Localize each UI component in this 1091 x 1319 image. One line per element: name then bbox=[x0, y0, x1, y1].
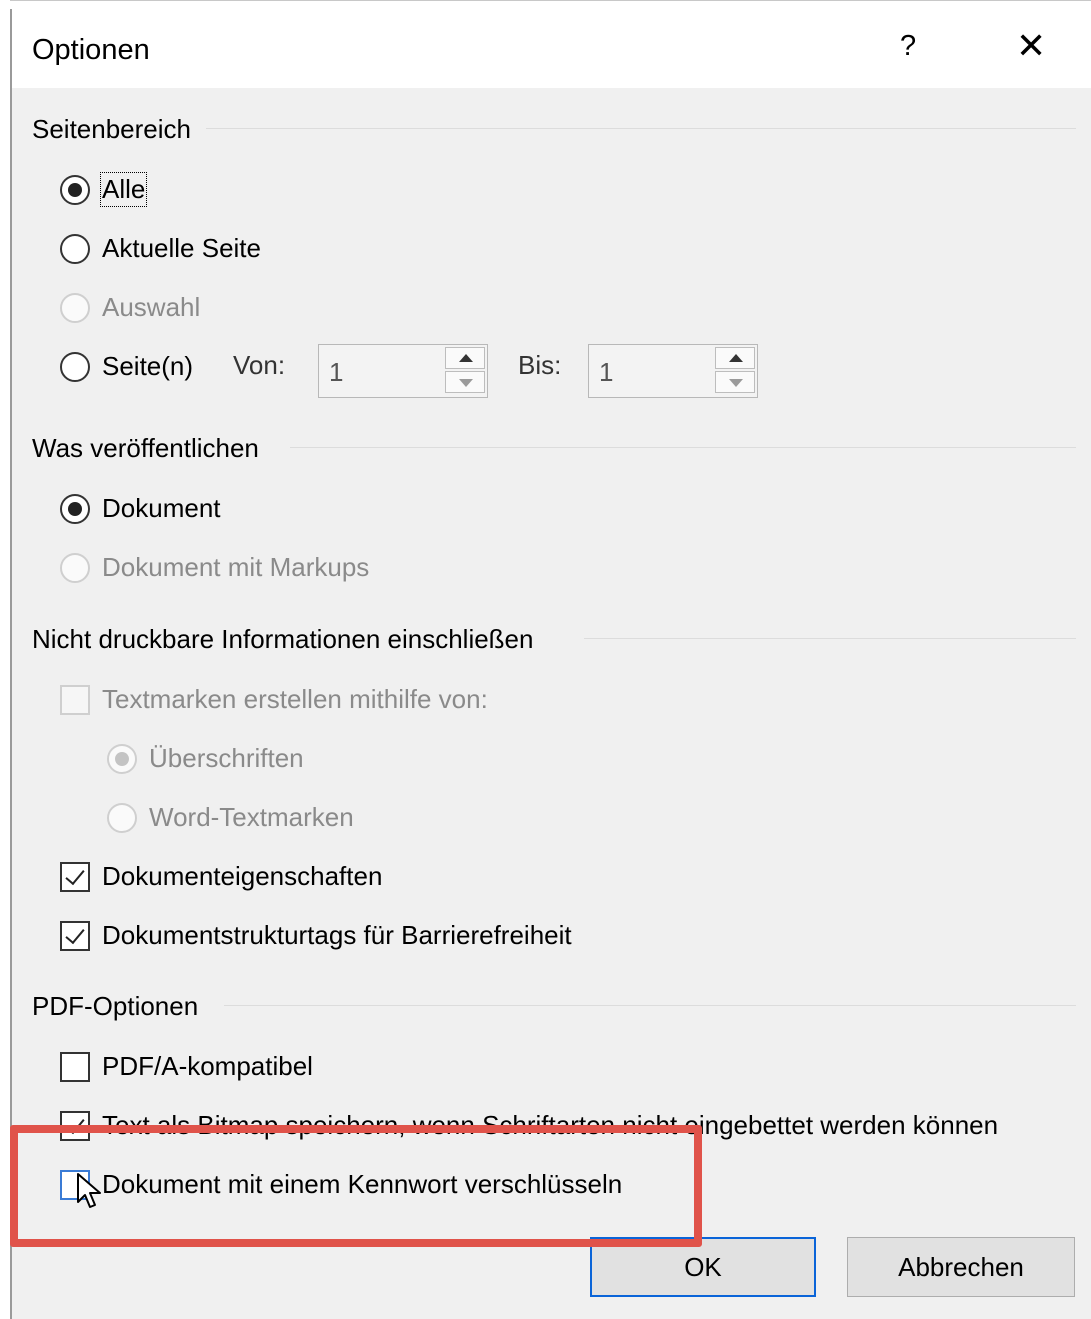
checkbox[interactable] bbox=[60, 861, 90, 892]
checkbox-dokumenteigenschaften[interactable]: Dokumenteigenschaften bbox=[60, 861, 382, 892]
checkbox[interactable] bbox=[60, 920, 90, 951]
bis-value[interactable]: 1 bbox=[599, 357, 613, 388]
radio-label-dokument: Dokument bbox=[102, 493, 221, 523]
radio-label-auswahl: Auswahl bbox=[102, 292, 201, 322]
mouse-cursor-icon bbox=[77, 1173, 101, 1208]
section-title-was-veroeffentlichen: Was veröffentlichen bbox=[32, 433, 259, 463]
section-title-pdf-optionen: PDF-Optionen bbox=[32, 991, 199, 1021]
help-button[interactable]: ? bbox=[900, 30, 916, 63]
radio-button bbox=[60, 292, 90, 323]
checkbox-label-strukturtags: Dokumentstrukturtags für Barrierefreihei… bbox=[102, 920, 572, 950]
spinner-arrows bbox=[715, 347, 755, 395]
checkbox[interactable] bbox=[60, 1051, 90, 1082]
radio-label-seiten: Seite(n) bbox=[102, 351, 194, 381]
close-icon[interactable]: ✕ bbox=[1016, 26, 1046, 66]
von-value[interactable]: 1 bbox=[329, 357, 343, 388]
radio-button bbox=[107, 743, 137, 774]
checkbox-strukturtags[interactable]: Dokumentstrukturtags für Barrierefreihei… bbox=[60, 920, 572, 951]
spin-up-icon[interactable] bbox=[715, 347, 755, 369]
radio-label-dokument-mit-markups: Dokument mit Markups bbox=[102, 552, 370, 582]
checkbox bbox=[60, 684, 90, 715]
radio-word-textmarken: Word-Textmarken bbox=[107, 802, 354, 833]
radio-ueberschriften: Überschriften bbox=[107, 743, 304, 774]
von-spinner[interactable]: 1 bbox=[318, 344, 488, 398]
radio-label-aktuelle-seite: Aktuelle Seite bbox=[102, 233, 261, 263]
checkbox-pdfa[interactable]: PDF/A-kompatibel bbox=[60, 1051, 313, 1082]
bis-label: Bis: bbox=[518, 350, 562, 380]
spin-up-icon[interactable] bbox=[445, 347, 485, 369]
radio-button[interactable] bbox=[60, 233, 90, 264]
radio-seiten[interactable]: Seite(n) bbox=[60, 351, 193, 382]
radio-button bbox=[107, 802, 137, 833]
radio-dokument[interactable]: Dokument bbox=[60, 493, 221, 524]
radio-aktuelle-seite[interactable]: Aktuelle Seite bbox=[60, 233, 261, 264]
radio-button[interactable] bbox=[60, 174, 90, 205]
checkbox-label-dokumenteigenschaften: Dokumenteigenschaften bbox=[102, 861, 383, 891]
radio-button bbox=[60, 552, 90, 583]
section-title-seitenbereich: Seitenbereich bbox=[32, 114, 191, 144]
bis-spinner[interactable]: 1 bbox=[588, 344, 758, 398]
radio-auswahl: Auswahl bbox=[60, 292, 200, 323]
radio-label-alle: Alle bbox=[99, 172, 148, 207]
section-title-nicht-druckbar: Nicht druckbare Informationen einschließ… bbox=[32, 624, 534, 654]
radio-dokument-mit-markups: Dokument mit Markups bbox=[60, 552, 369, 583]
radio-label-ueberschriften: Überschriften bbox=[149, 743, 304, 773]
checkbox-textmarken: Textmarken erstellen mithilfe von: bbox=[60, 684, 488, 715]
spin-down-icon[interactable] bbox=[445, 371, 485, 393]
radio-button[interactable] bbox=[60, 351, 90, 382]
radio-button[interactable] bbox=[60, 493, 90, 524]
radio-alle[interactable]: Alle bbox=[60, 172, 148, 207]
radio-label-word-textmarken: Word-Textmarken bbox=[149, 802, 354, 832]
highlight-annotation bbox=[10, 1125, 702, 1247]
section-divider bbox=[290, 447, 1076, 448]
section-divider bbox=[224, 1005, 1076, 1006]
section-divider bbox=[584, 638, 1076, 639]
spinner-arrows bbox=[445, 347, 485, 395]
checkbox-label-textmarken: Textmarken erstellen mithilfe von: bbox=[102, 684, 488, 714]
dialog-titlebar: Optionen ? ✕ bbox=[12, 8, 1091, 88]
section-divider bbox=[206, 128, 1076, 129]
checkbox-label-pdfa: PDF/A-kompatibel bbox=[102, 1051, 313, 1081]
dialog-title: Optionen bbox=[32, 34, 150, 66]
cancel-button[interactable]: Abbrechen bbox=[847, 1237, 1075, 1297]
von-label: Von: bbox=[233, 350, 286, 380]
spin-down-icon[interactable] bbox=[715, 371, 755, 393]
